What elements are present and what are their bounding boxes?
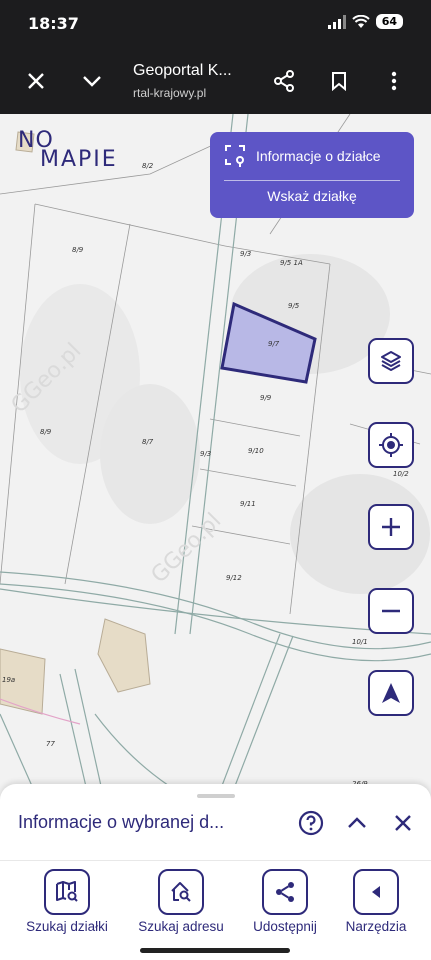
zoom-in-button[interactable] bbox=[368, 504, 414, 550]
share-page-button[interactable] bbox=[268, 65, 300, 97]
zoom-out-icon bbox=[382, 609, 400, 613]
compass-button[interactable] bbox=[368, 670, 414, 716]
sheet-title: Informacje o wybranej d... bbox=[18, 812, 225, 832]
show-parcel-button[interactable]: Wskaż działkę bbox=[210, 188, 414, 204]
status-icons: 64 bbox=[327, 14, 403, 29]
nav-tools[interactable]: Narzędzia bbox=[326, 869, 426, 934]
layers-icon bbox=[381, 351, 401, 371]
chevron-down-icon bbox=[83, 76, 101, 87]
gps-icon bbox=[379, 433, 403, 457]
parcel-label: 19a bbox=[2, 676, 16, 684]
help-icon bbox=[298, 810, 324, 836]
page-title: Geoportal K... bbox=[133, 62, 232, 79]
status-time: 18:37 bbox=[28, 14, 79, 33]
parcel-label: 9/5 1A bbox=[280, 259, 303, 267]
parcel-label: 8/2 bbox=[142, 162, 154, 170]
share-icon bbox=[276, 882, 294, 902]
parcel-label: 10/1 bbox=[352, 638, 368, 646]
my-location-button[interactable] bbox=[368, 422, 414, 468]
parcel-label: 9/11 bbox=[240, 500, 256, 508]
battery-indicator: 64 bbox=[375, 14, 403, 29]
parcel-label: 10/2 bbox=[393, 470, 409, 478]
nav-share[interactable]: Udostępnij bbox=[235, 869, 335, 934]
map-view[interactable]: GGeo.pl GGeo.pl 8/2 8/9 9/3 9/5 1A 9/5 9… bbox=[0, 114, 431, 804]
nav-search-address-label: Szukaj adresu bbox=[138, 919, 224, 934]
app-logo: NO MAPIE bbox=[18, 128, 118, 172]
logo-line2: MAPIE bbox=[40, 147, 118, 172]
nav-tools-label: Narzędzia bbox=[345, 919, 407, 934]
page-url: rtal-krajowy.pl bbox=[133, 86, 207, 100]
layers-button[interactable] bbox=[368, 338, 414, 384]
expand-sheet-button[interactable] bbox=[342, 808, 372, 838]
minimize-button[interactable] bbox=[76, 65, 108, 97]
map-search-icon bbox=[56, 881, 78, 902]
zoom-in-icon bbox=[382, 518, 400, 536]
close-sheet-button[interactable] bbox=[388, 808, 418, 838]
more-options-button[interactable] bbox=[378, 65, 410, 97]
navigation-arrow-icon bbox=[382, 683, 400, 703]
parcel-label: 8/9 bbox=[40, 428, 52, 436]
browser-bar: Geoportal K... rtal-krajowy.pl bbox=[0, 48, 431, 114]
status-bar: 18:37 64 bbox=[0, 0, 431, 48]
parcel-label: 9/9 bbox=[260, 394, 272, 402]
nav-search-parcel-label: Szukaj działki bbox=[26, 919, 108, 934]
nav-search-address[interactable]: Szukaj adresu bbox=[131, 869, 231, 934]
home-search-icon bbox=[171, 882, 191, 902]
back-arrow-icon bbox=[372, 886, 380, 898]
parcel-label: 8/7 bbox=[142, 438, 154, 446]
parcel-label: 9/3 bbox=[240, 250, 252, 258]
nav-search-parcel[interactable]: Szukaj działki bbox=[17, 869, 117, 934]
zoom-out-button[interactable] bbox=[368, 588, 414, 634]
close-icon bbox=[28, 73, 44, 89]
parcel-label: 9/5 bbox=[288, 302, 300, 310]
more-vert-icon bbox=[391, 71, 397, 91]
divider bbox=[224, 180, 400, 181]
sheet-drag-handle[interactable] bbox=[197, 794, 235, 798]
nav-search-address-icon-box[interactable] bbox=[158, 869, 204, 915]
nav-share-label: Udostępnij bbox=[253, 919, 317, 934]
bookmark-button[interactable] bbox=[323, 65, 355, 97]
bottom-sheet: Informacje o wybranej d... bbox=[0, 784, 431, 860]
close-button[interactable] bbox=[20, 65, 52, 97]
nav-tools-icon-box[interactable] bbox=[353, 869, 399, 915]
bookmark-icon bbox=[332, 72, 346, 91]
help-button[interactable] bbox=[296, 808, 326, 838]
parcel-label: 9/7 bbox=[268, 340, 280, 348]
parcel-label: 9/3 bbox=[200, 450, 212, 458]
nav-share-icon-box[interactable] bbox=[262, 869, 308, 915]
chevron-up-icon bbox=[348, 817, 366, 828]
signal-icon bbox=[327, 14, 346, 29]
parcel-label: 9/10 bbox=[248, 447, 264, 455]
parcel-info-panel: Informacje o działce Wskaż działkę bbox=[210, 132, 414, 218]
parcel-label: 9/12 bbox=[226, 574, 242, 582]
parcel-label: 77 bbox=[46, 740, 55, 748]
nav-search-parcel-icon-box[interactable] bbox=[44, 869, 90, 915]
parcel-info-label: Informacje o działce bbox=[256, 148, 381, 164]
wifi-icon bbox=[351, 14, 370, 28]
parcel-info-button[interactable]: Informacje o działce bbox=[224, 142, 381, 170]
parcel-label: 8/9 bbox=[72, 246, 84, 254]
parcel-select-icon bbox=[225, 145, 245, 167]
close-icon bbox=[395, 815, 411, 831]
gesture-area bbox=[0, 942, 431, 960]
share-icon bbox=[274, 70, 294, 92]
home-indicator[interactable] bbox=[140, 948, 290, 953]
bottom-navigation: Szukaj działki Szukaj adresu Udostępnij … bbox=[0, 860, 431, 942]
